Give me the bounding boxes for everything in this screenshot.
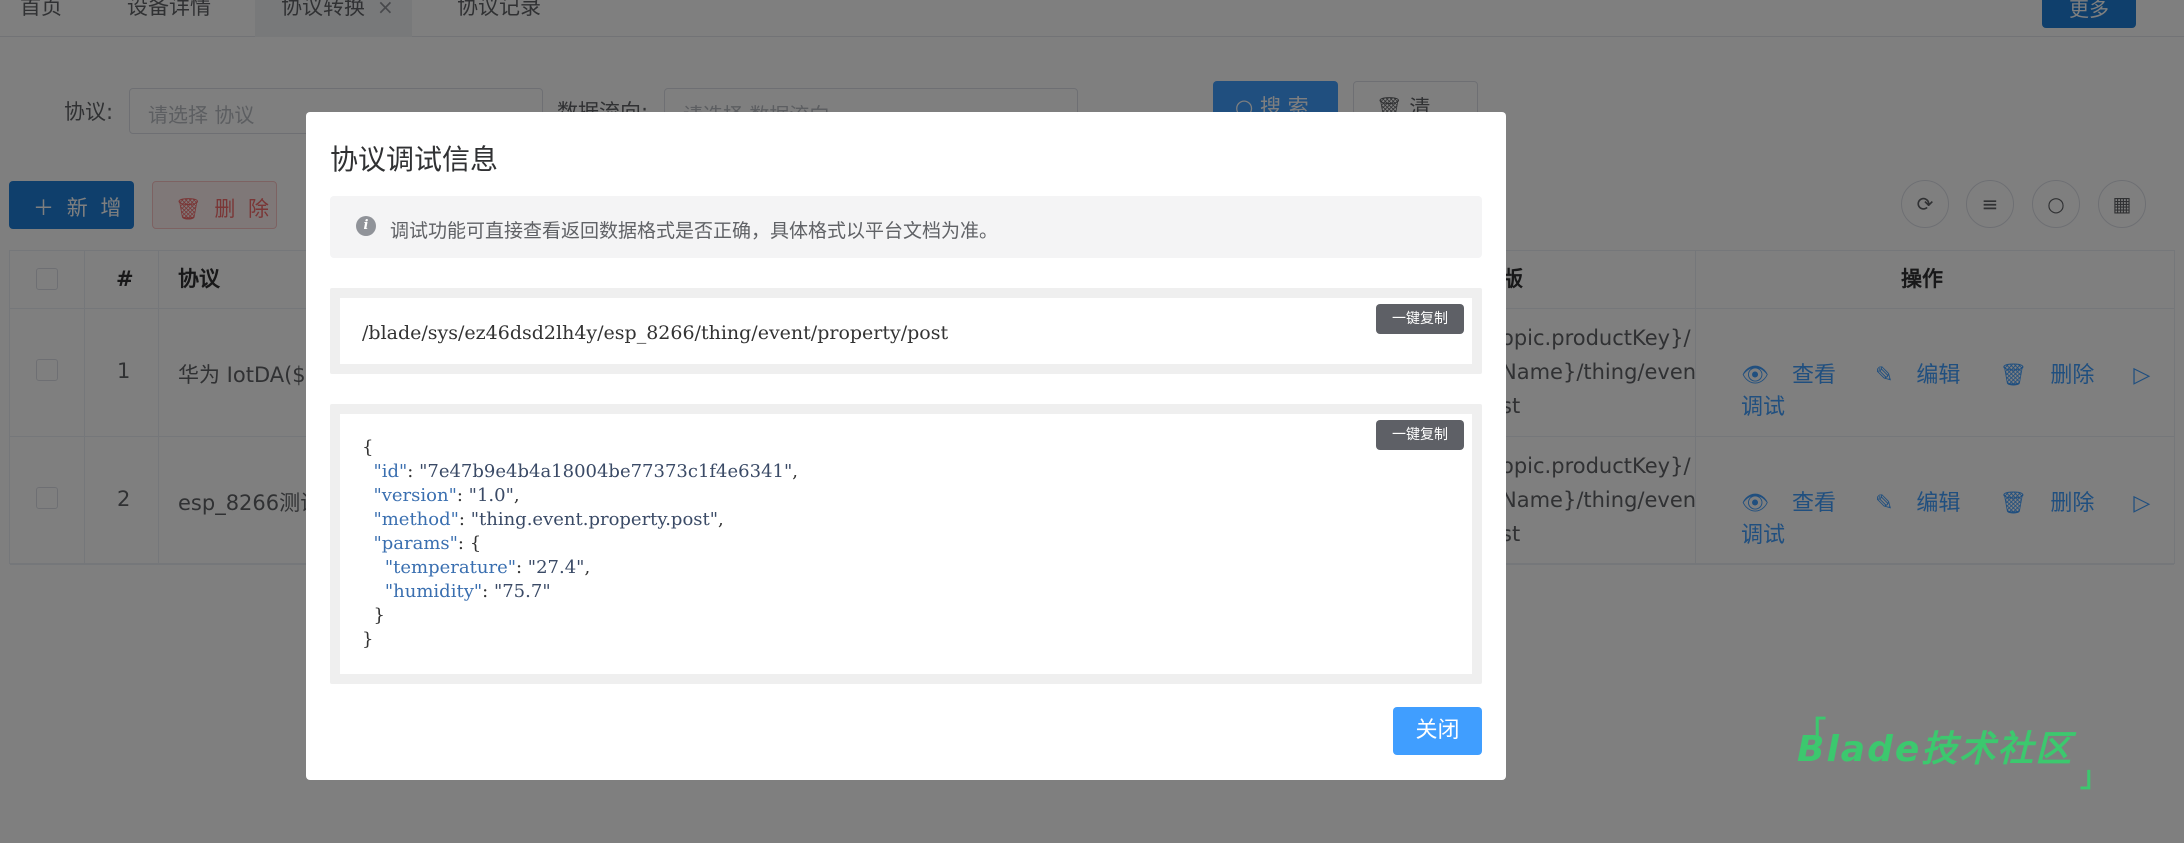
- close-button[interactable]: 关闭: [1393, 707, 1482, 755]
- dialog-title: 协议调试信息: [330, 143, 499, 176]
- watermark: Blade技术社区: [1797, 729, 2074, 770]
- json-payload: { "id": "7e47b9e4b4a18004be77373c1f4e634…: [362, 437, 798, 650]
- topic-code-box: /blade/sys/ez46dsd2lh4y/esp_8266/thing/e…: [330, 288, 1482, 374]
- topic-path: /blade/sys/ez46dsd2lh4y/esp_8266/thing/e…: [362, 322, 949, 344]
- info-alert: i 调试功能可直接查看返回数据格式是否正确，具体格式以平台文档为准。: [330, 196, 1482, 258]
- copy-topic-button[interactable]: 一键复制: [1376, 304, 1464, 334]
- watermark-bracket: 」: [2080, 760, 2109, 793]
- copy-json-button[interactable]: 一键复制: [1376, 420, 1464, 450]
- info-icon: i: [356, 216, 376, 236]
- alert-text: 调试功能可直接查看返回数据格式是否正确，具体格式以平台文档为准。: [390, 220, 999, 242]
- json-code-box: { "id": "7e47b9e4b4a18004be77373c1f4e634…: [330, 404, 1482, 684]
- debug-dialog: 协议调试信息 i 调试功能可直接查看返回数据格式是否正确，具体格式以平台文档为准…: [306, 112, 1506, 780]
